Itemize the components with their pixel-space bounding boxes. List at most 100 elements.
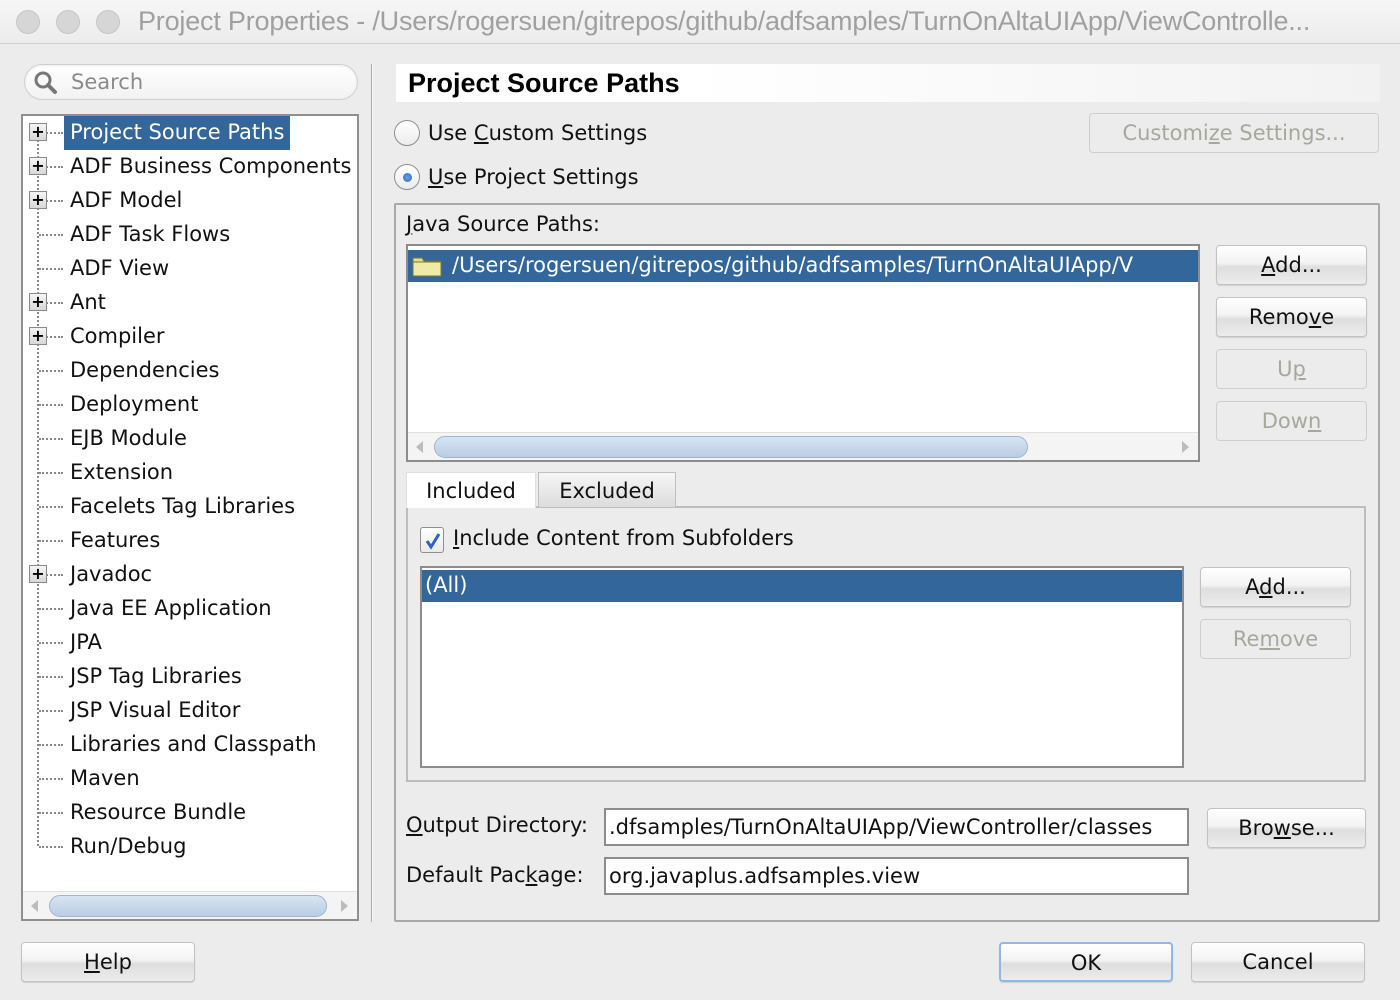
cancel-button[interactable]: Cancel [1191,942,1365,982]
mnemonic: C [473,121,489,145]
mnemonic: U [428,165,444,189]
scroll-left-arrow-icon[interactable] [31,900,38,912]
tree-connector [39,268,63,270]
zoom-window-button[interactable] [96,10,120,34]
tree-item-label: ADF Task Flows [70,222,231,246]
close-window-button[interactable] [16,10,40,34]
tree-item[interactable]: JSP Tag Libraries [23,660,357,694]
expand-plus-icon[interactable]: + [29,157,47,175]
tree-connector [39,404,63,406]
included-patterns-list[interactable]: (All) [420,566,1184,768]
window-title-bar[interactable]: Project Properties - /Users/rogersuen/gi… [0,0,1400,44]
list-item-selected[interactable]: (All) [422,570,1182,602]
browse-button[interactable]: Browse... [1207,808,1366,848]
tree-item[interactable]: + Compiler [23,320,357,354]
tree-item[interactable]: JPA [23,626,357,660]
tree-connector [39,744,63,746]
java-source-paths-list[interactable]: /Users/rogersuen/gitrepos/github/adfsamp… [406,244,1200,462]
add-path-button[interactable]: Add... [1216,245,1367,285]
page-title: Project Source Paths [396,64,1380,102]
list-item-selected[interactable]: /Users/rogersuen/gitrepos/github/adfsamp… [408,250,1198,282]
scroll-right-arrow-icon[interactable] [1182,441,1189,453]
tree-item[interactable]: ADF View [23,252,357,286]
tree-item[interactable]: Dependencies [23,354,357,388]
scroll-left-arrow-icon[interactable] [416,441,423,453]
tree-item[interactable]: Resource Bundle [23,796,357,830]
tree-item[interactable]: Java EE Application [23,592,357,626]
move-up-button[interactable]: Up [1216,349,1367,389]
checkmark-icon [425,533,441,550]
tree-item[interactable]: + ADF Business Components [23,150,357,184]
search-icon [34,71,57,94]
add-pattern-button[interactable]: Add... [1200,567,1351,607]
tree-item[interactable]: EJB Module [23,422,357,456]
tree-item[interactable]: Run/Debug [23,830,357,864]
folder-icon [412,257,442,277]
tree-item-label: Libraries and Classpath [70,732,317,756]
use-project-settings-radio[interactable]: Use Project Settings [394,162,639,192]
tree-item[interactable]: ADF Task Flows [23,218,357,252]
radio-button[interactable] [394,120,420,146]
tree-item[interactable]: + ADF Model [23,184,357,218]
expand-plus-icon[interactable]: + [29,327,47,345]
category-tree[interactable]: + Project Source Paths + ADF Business Compo… [21,114,359,921]
tree-item[interactable]: + Project Source Paths [23,116,357,150]
use-custom-settings-radio[interactable]: Use Custom Settings [394,118,647,148]
tree-item[interactable]: + Javadoc [23,558,357,592]
java-source-paths-label: Java Source Paths: [406,212,600,236]
tree-connector [39,642,63,644]
tree-item[interactable]: + Ant [23,286,357,320]
tree-item[interactable]: Deployment [23,388,357,422]
remove-path-button[interactable]: Remove [1216,297,1367,337]
output-directory-label: Output Directory: [406,813,588,837]
scrollbar-thumb[interactable] [49,895,327,917]
default-package-input[interactable] [604,857,1189,895]
tree-horizontal-scrollbar[interactable] [23,891,357,919]
expand-plus-icon[interactable]: + [29,123,47,141]
tree-item[interactable]: Features [23,524,357,558]
customize-settings-button[interactable]: Customize Settings... [1089,113,1379,153]
include-subfolders-checkbox[interactable] [420,527,444,553]
tree-connector [39,778,63,780]
ok-button[interactable]: OK [999,942,1173,982]
tree-connector [39,710,63,712]
tree-connector [39,846,63,848]
move-down-button[interactable]: Down [1216,401,1367,441]
expand-plus-icon[interactable]: + [29,565,47,583]
tab-excluded[interactable]: Excluded [538,472,676,508]
tree-item[interactable]: JSP Visual Editor [23,694,357,728]
tree-item[interactable]: Extension [23,456,357,490]
expand-plus-icon[interactable]: + [29,293,47,311]
tree-item-label: Ant [70,290,106,314]
help-button[interactable]: Help [21,942,195,982]
tree-item-label: EJB Module [70,426,187,450]
paths-horizontal-scrollbar[interactable] [408,432,1198,460]
window-title: Project Properties - /Users/rogersuen/gi… [138,6,1311,36]
expand-plus-icon[interactable]: + [29,191,47,209]
remove-pattern-button[interactable]: Remove [1200,619,1351,659]
tree-item[interactable]: Maven [23,762,357,796]
tree-item-label: Project Source Paths [64,116,291,150]
scroll-right-arrow-icon[interactable] [341,900,348,912]
output-directory-input[interactable] [604,808,1189,846]
tree-connector [39,676,63,678]
tree-item[interactable]: Facelets Tag Libraries [23,490,357,524]
radio-button-checked[interactable] [394,164,420,190]
search-field[interactable] [24,64,358,100]
search-input[interactable] [71,68,351,96]
tree-connector [39,438,63,440]
tree-item-label: Maven [70,766,140,790]
minimize-window-button[interactable] [56,10,80,34]
tab-included[interactable]: Included [406,472,536,508]
tree-item-label: JSP Tag Libraries [70,664,242,688]
scrollbar-thumb[interactable] [434,436,1028,458]
tree-item[interactable]: Libraries and Classpath [23,728,357,762]
split-pane-divider[interactable] [371,64,373,922]
tree-connector [39,370,63,372]
radio-label: Use Project Settings [428,165,639,189]
tree-item-label: ADF View [70,256,170,280]
tree-item-label: ADF Model [70,188,183,212]
tree-item-label: Facelets Tag Libraries [70,494,296,518]
tree-connector [39,812,63,814]
tree-connector [39,540,63,542]
